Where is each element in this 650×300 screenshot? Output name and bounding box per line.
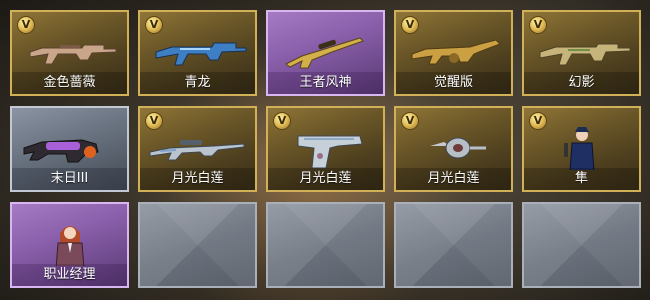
grenade-icon	[430, 137, 486, 159]
empty-slot[interactable]	[266, 202, 385, 288]
item-name: 青龙	[140, 72, 255, 94]
item-card[interactable]: V 隼	[522, 106, 641, 192]
item-name: 末日III	[12, 168, 127, 190]
item-card[interactable]: V 金色蔷薇	[10, 10, 129, 96]
empty-slot[interactable]	[522, 202, 641, 288]
item-card[interactable]: V 青龙	[138, 10, 257, 96]
item-card[interactable]: V 月光白莲	[138, 106, 257, 192]
item-name: 金色蔷薇	[12, 72, 127, 94]
rifle-icon	[539, 43, 631, 66]
soldier-character-icon	[564, 127, 595, 170]
sniper-rifle-icon	[285, 37, 364, 69]
item-card[interactable]: 末日III	[10, 106, 129, 192]
item-name: 隼	[524, 168, 639, 190]
item-name: 月光白莲	[268, 168, 383, 190]
female-character-icon	[55, 226, 85, 266]
item-card[interactable]: V 月光白莲	[394, 106, 513, 192]
rifle-icon	[155, 42, 247, 66]
item-name: 王者风神	[268, 72, 383, 94]
pistol-icon	[297, 135, 363, 169]
item-card[interactable]: V 幻影	[522, 10, 641, 96]
item-card[interactable]: V 觉醒版	[394, 10, 513, 96]
inventory-grid: V 金色蔷薇 V 青龙 王者风神 V 觉醒版 V 幻影 末日III V 月光白莲…	[10, 10, 641, 288]
grenade-launcher-icon	[23, 139, 99, 163]
item-name: 月光白莲	[396, 168, 511, 190]
empty-slot[interactable]	[394, 202, 513, 288]
machine-gun-icon	[411, 39, 501, 65]
rifle-icon	[29, 44, 117, 65]
item-card[interactable]: 王者风神	[266, 10, 385, 96]
sniper-rifle-icon	[149, 140, 245, 161]
item-name: 觉醒版	[396, 72, 511, 94]
item-name: 职业经理	[12, 264, 127, 286]
item-card[interactable]: 职业经理	[10, 202, 129, 288]
item-name: 月光白莲	[140, 168, 255, 190]
empty-slot[interactable]	[138, 202, 257, 288]
item-name: 幻影	[524, 72, 639, 94]
item-card[interactable]: V 月光白莲	[266, 106, 385, 192]
